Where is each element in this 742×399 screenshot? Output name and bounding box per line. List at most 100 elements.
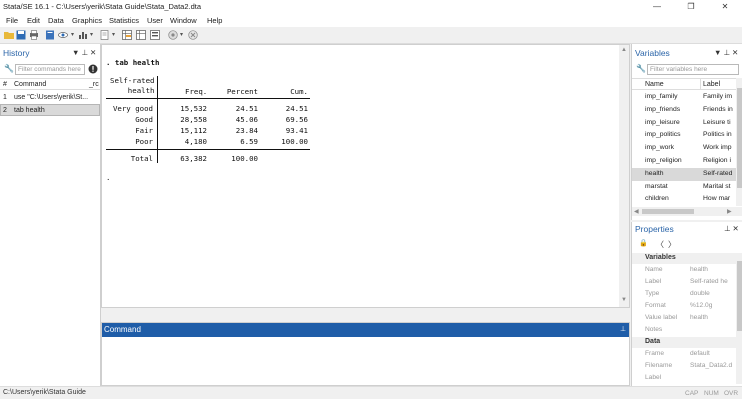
more-icon[interactable] xyxy=(168,30,178,40)
property-value[interactable]: health xyxy=(690,314,708,321)
scroll-down-icon[interactable]: ▼ xyxy=(621,297,627,303)
variable-row[interactable]: children How mar xyxy=(632,193,736,206)
property-value[interactable]: health xyxy=(690,266,708,273)
wrench-icon[interactable]: 🔧 xyxy=(636,64,646,73)
graph-dropdown-icon[interactable]: ▾ xyxy=(90,31,93,38)
scroll-left-icon[interactable]: ◀ xyxy=(634,208,639,215)
properties-panel-controls: ⊥✕ xyxy=(724,224,741,233)
menu-edit[interactable]: Edit xyxy=(27,16,40,25)
variable-row-selected[interactable]: health Self-rated xyxy=(632,167,736,181)
variable-label: Religion i xyxy=(703,157,731,164)
forward-arrow-icon[interactable]: 〉 xyxy=(668,239,676,250)
variable-row[interactable]: marstat Marital st xyxy=(632,181,736,194)
history-filter-input[interactable]: Filter commands here xyxy=(15,64,85,75)
property-value[interactable]: Self-rated he xyxy=(690,278,728,285)
info-icon[interactable] xyxy=(88,64,98,74)
lock-icon[interactable]: 🔒 xyxy=(639,239,648,247)
results-scrollbar[interactable]: ▲ ▼ xyxy=(619,45,629,307)
pin-icon[interactable]: ⊥ xyxy=(81,48,90,57)
close-panel-icon[interactable]: ✕ xyxy=(732,48,740,57)
property-row: Label Self-rated he xyxy=(632,276,736,288)
variable-name: marstat xyxy=(645,182,668,190)
history-col-command[interactable]: Command xyxy=(14,81,46,88)
variables-col-name[interactable]: Name xyxy=(645,81,664,88)
close-panel-icon[interactable]: ✕ xyxy=(733,224,741,233)
save-icon[interactable] xyxy=(16,30,26,40)
section-label: Variables xyxy=(645,254,676,261)
history-row[interactable]: 1 use "C:\Users\yerik\St... xyxy=(0,92,100,104)
property-key: Label xyxy=(645,278,662,285)
pin-icon[interactable]: ⊥ xyxy=(620,325,626,333)
variable-row[interactable]: imp_politics Politics in xyxy=(632,129,736,142)
menu-graphics[interactable]: Graphics xyxy=(72,16,102,25)
data-editor-icon[interactable] xyxy=(122,30,132,40)
scroll-up-icon[interactable]: ▲ xyxy=(621,47,627,53)
scroll-thumb[interactable] xyxy=(642,209,694,214)
command-input[interactable] xyxy=(102,337,629,385)
more-dropdown-icon[interactable]: ▾ xyxy=(180,31,183,38)
viewer-eye-icon[interactable] xyxy=(58,30,68,40)
break-icon[interactable] xyxy=(188,30,198,40)
variable-row[interactable]: imp_family Family im xyxy=(632,91,736,104)
wrench-icon[interactable]: 🔧 xyxy=(4,64,14,73)
row-percent: 6.59 xyxy=(240,137,258,146)
property-key: Type xyxy=(645,290,660,297)
variable-row[interactable]: imp_work Work imp xyxy=(632,142,736,155)
menu-window[interactable]: Window xyxy=(170,16,197,25)
variables-panel-title: Variables xyxy=(635,48,670,58)
row-freq: 4,180 xyxy=(184,137,207,146)
pin-icon[interactable]: ⊥ xyxy=(723,48,732,57)
variables-vscrollbar[interactable] xyxy=(736,78,742,206)
close-button[interactable]: ✕ xyxy=(708,0,742,14)
properties-scrollbar[interactable] xyxy=(736,253,742,384)
window-title: Stata/SE 16.1 - C:\Users\yerik\Stata Gui… xyxy=(3,2,202,11)
row-freq: 15,112 xyxy=(180,126,207,135)
back-arrow-icon[interactable]: 〈 xyxy=(656,239,664,250)
row-label: Good xyxy=(135,115,153,124)
variables-hscrollbar[interactable]: ◀ ▶ xyxy=(632,207,742,216)
menu-data[interactable]: Data xyxy=(48,16,64,25)
do-file-dropdown-icon[interactable]: ▾ xyxy=(112,31,115,38)
property-key: Label xyxy=(645,374,662,381)
viewer-dropdown-icon[interactable]: ▾ xyxy=(71,31,74,38)
menu-file[interactable]: File xyxy=(6,16,18,25)
log-icon[interactable] xyxy=(45,30,55,40)
close-panel-icon[interactable]: ✕ xyxy=(90,48,98,57)
minimize-button[interactable]: — xyxy=(640,0,674,14)
do-file-editor-icon[interactable] xyxy=(100,30,110,40)
print-icon[interactable] xyxy=(29,30,39,40)
column-divider[interactable] xyxy=(700,79,701,90)
property-value[interactable]: double xyxy=(690,290,710,297)
properties-section-data[interactable]: Data xyxy=(632,337,736,348)
open-folder-icon[interactable] xyxy=(4,30,14,40)
table-row: Very good 15,532 24.51 24.51 xyxy=(102,104,322,114)
variable-label: How mar xyxy=(703,195,731,203)
history-col-rc[interactable]: _rc xyxy=(89,81,99,88)
scroll-right-icon[interactable]: ▶ xyxy=(727,208,732,215)
property-row: Value label health xyxy=(632,312,736,324)
col-cum-header: Cum. xyxy=(290,87,308,96)
variables-col-label[interactable]: Label xyxy=(703,81,720,88)
history-col-num[interactable]: # xyxy=(3,81,7,88)
property-value[interactable]: %12.0g xyxy=(690,302,712,309)
property-value[interactable]: Stata_Data2.d xyxy=(690,362,732,369)
maximize-button[interactable]: ❐ xyxy=(674,0,708,14)
properties-section-variables[interactable]: Variables xyxy=(632,253,736,264)
variables-filter-input[interactable]: Filter variables here xyxy=(647,64,739,75)
row-label: Fair xyxy=(135,126,153,135)
history-row-selected[interactable]: 2 tab health xyxy=(0,104,100,116)
scroll-thumb[interactable] xyxy=(737,88,742,188)
variable-label: Self-rated xyxy=(703,169,733,177)
scroll-thumb[interactable] xyxy=(737,261,742,331)
variable-row[interactable]: imp_friends Friends in xyxy=(632,104,736,117)
property-value[interactable]: default xyxy=(690,350,710,357)
data-browser-icon[interactable] xyxy=(136,30,146,40)
pin-icon[interactable]: ⊥ xyxy=(724,224,733,233)
menu-help[interactable]: Help xyxy=(207,16,222,25)
variables-manager-icon[interactable] xyxy=(150,30,160,40)
variable-row[interactable]: imp_religion Religion i xyxy=(632,155,736,168)
graph-icon[interactable] xyxy=(78,30,88,40)
menu-statistics[interactable]: Statistics xyxy=(109,16,139,25)
menu-user[interactable]: User xyxy=(147,16,163,25)
variable-row[interactable]: imp_leisure Leisure ti xyxy=(632,117,736,130)
